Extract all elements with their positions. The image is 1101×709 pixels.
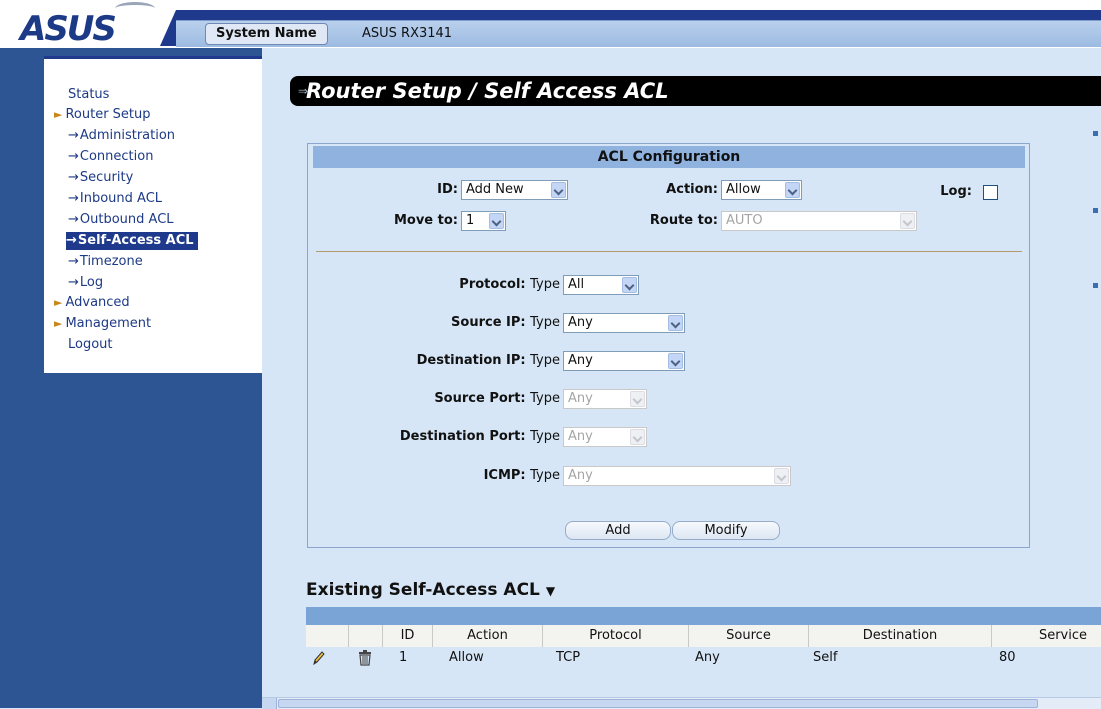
header-dark-band <box>176 10 1101 20</box>
dropdown-arrow-icon <box>668 315 683 331</box>
move-to-label: Move to: <box>393 213 458 228</box>
cell-id: 1 <box>399 650 408 665</box>
nav-advanced[interactable]: ► Advanced <box>54 294 130 312</box>
horizontal-scrollbar[interactable] <box>262 697 1101 709</box>
nav-self-access-acl[interactable]: →Self-Access ACL <box>66 232 198 250</box>
source-port-select: Any <box>563 389 647 409</box>
action-label: Action: <box>666 182 718 197</box>
arrow-icon: → <box>68 275 79 290</box>
chevron-down-icon: ▼ <box>545 584 556 598</box>
arrow-icon: → <box>68 191 79 206</box>
acl-config-heading: ACL Configuration <box>313 146 1025 168</box>
source-ip-label: Source IP: Type <box>451 315 560 330</box>
icmp-label: ICMP: Type <box>483 468 560 483</box>
dropdown-arrow-icon <box>900 213 915 229</box>
nav-management[interactable]: ► Management <box>54 315 151 333</box>
col-protocol: Protocol <box>543 625 689 647</box>
arrow-icon: → <box>68 212 79 227</box>
side-bullet-icon <box>1093 131 1098 136</box>
source-ip-select[interactable]: Any <box>563 313 685 333</box>
arrow-icon: → <box>68 128 79 143</box>
delete-trash-icon[interactable] <box>358 650 372 670</box>
arrow-icon: → <box>68 170 79 185</box>
table-empty-area <box>306 669 1101 697</box>
header-slant <box>160 10 176 46</box>
nav-logout[interactable]: Logout <box>68 336 113 354</box>
nav-security[interactable]: →Security <box>68 169 133 187</box>
dropdown-arrow-icon <box>774 468 789 484</box>
nav-status[interactable]: Status <box>68 86 109 104</box>
modify-button[interactable]: Modify <box>672 521 780 540</box>
dropdown-arrow-icon <box>668 353 683 369</box>
cell-service: 80 <box>999 650 1016 665</box>
existing-acl-title[interactable]: Existing Self-Access ACL ▼ <box>306 580 555 600</box>
side-bullet-icon <box>1093 208 1098 213</box>
logo-arc <box>115 2 155 15</box>
triangle-bullet-icon: ► <box>54 296 63 309</box>
cell-source: Any <box>695 650 720 665</box>
table-band <box>306 607 1101 625</box>
col-edit <box>306 625 349 647</box>
route-to-select: AUTO <box>721 211 917 231</box>
icmp-select: Any <box>563 466 791 486</box>
sidebar-nav: Status ► Router Setup →Administration →Co… <box>44 56 262 373</box>
dropdown-arrow-icon <box>785 182 800 198</box>
table-row: 1 Allow TCP Any Self 80 <box>306 647 1101 669</box>
move-to-select[interactable]: 1 <box>461 211 506 231</box>
dropdown-arrow-icon <box>622 277 637 293</box>
add-button[interactable]: Add <box>565 521 671 540</box>
col-id: ID <box>383 625 433 647</box>
route-to-label: Route to: <box>649 213 718 228</box>
scroll-thumb[interactable] <box>278 699 1038 708</box>
dropdown-arrow-icon <box>630 391 645 407</box>
log-label: Log: <box>940 184 972 199</box>
log-checkbox[interactable] <box>983 185 998 200</box>
side-bullet-icon <box>1093 283 1098 288</box>
id-label: ID: <box>437 182 458 197</box>
nav-administration[interactable]: →Administration <box>68 127 175 145</box>
acl-config-panel: ACL Configuration ID: Add New Action: Al… <box>307 143 1030 548</box>
page-title: Router Setup / Self Access ACL <box>306 79 669 103</box>
cell-destination: Self <box>813 650 838 665</box>
table-header: ID Action Protocol Source Destination Se… <box>306 625 1101 647</box>
arrow-icon: → <box>68 254 79 269</box>
nav-outbound-acl[interactable]: →Outbound ACL <box>68 211 174 229</box>
edit-pencil-icon[interactable] <box>312 650 326 670</box>
col-delete <box>349 625 383 647</box>
nav-connection[interactable]: →Connection <box>68 148 153 166</box>
destination-ip-select[interactable]: Any <box>563 351 685 371</box>
nav-timezone[interactable]: →Timezone <box>68 253 143 271</box>
asus-logo: ASUS <box>20 9 117 49</box>
col-destination: Destination <box>809 625 992 647</box>
sidebar-gutter <box>262 48 286 708</box>
nav-log[interactable]: →Log <box>68 274 103 292</box>
triangle-bullet-icon: ► <box>54 108 63 121</box>
protocol-select[interactable]: All <box>563 275 639 295</box>
id-select[interactable]: Add New <box>461 180 568 200</box>
dropdown-arrow-icon <box>489 213 504 229</box>
triangle-bullet-icon: ► <box>54 317 63 330</box>
arrow-icon: → <box>66 233 77 248</box>
scroll-left-icon[interactable] <box>262 698 277 709</box>
destination-port-select: Any <box>563 427 647 447</box>
protocol-label: Protocol: Type <box>459 277 560 292</box>
action-select[interactable]: Allow <box>721 180 802 200</box>
divider <box>316 251 1022 252</box>
cell-action: Allow <box>449 650 484 665</box>
destination-port-label: Destination Port: Type <box>399 429 560 444</box>
col-source: Source <box>689 625 809 647</box>
arrow-icon: → <box>68 149 79 164</box>
nav-inbound-acl[interactable]: →Inbound ACL <box>68 190 162 208</box>
system-name-value: ASUS RX3141 <box>362 26 453 41</box>
nav-router-setup[interactable]: ► Router Setup <box>54 106 151 124</box>
source-port-label: Source Port: Type <box>434 391 560 406</box>
dropdown-arrow-icon <box>630 429 645 445</box>
system-name-label: System Name <box>205 23 328 45</box>
col-action: Action <box>433 625 543 647</box>
col-service: Service <box>1038 628 1087 643</box>
dropdown-arrow-icon <box>551 182 566 198</box>
destination-ip-label: Destination IP: Type <box>416 353 560 368</box>
cell-protocol: TCP <box>556 650 581 665</box>
